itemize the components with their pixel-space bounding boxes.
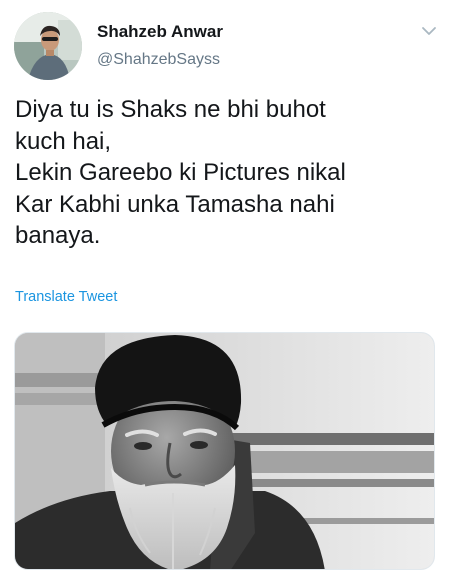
avatar-photo xyxy=(14,12,82,80)
tweet-text: Diya tu is Shaks ne bhi buhot kuch hai, … xyxy=(15,96,346,249)
author-name[interactable]: Shahzeb Anwar xyxy=(97,22,223,42)
avatar[interactable] xyxy=(14,12,82,80)
translate-tweet-link[interactable]: Translate Tweet xyxy=(15,289,117,305)
chevron-down-icon[interactable] xyxy=(418,22,440,40)
author-handle[interactable]: @ShahzebSayss xyxy=(97,51,220,69)
portrait-photo xyxy=(15,333,434,569)
tweet-media-image[interactable] xyxy=(14,332,435,570)
